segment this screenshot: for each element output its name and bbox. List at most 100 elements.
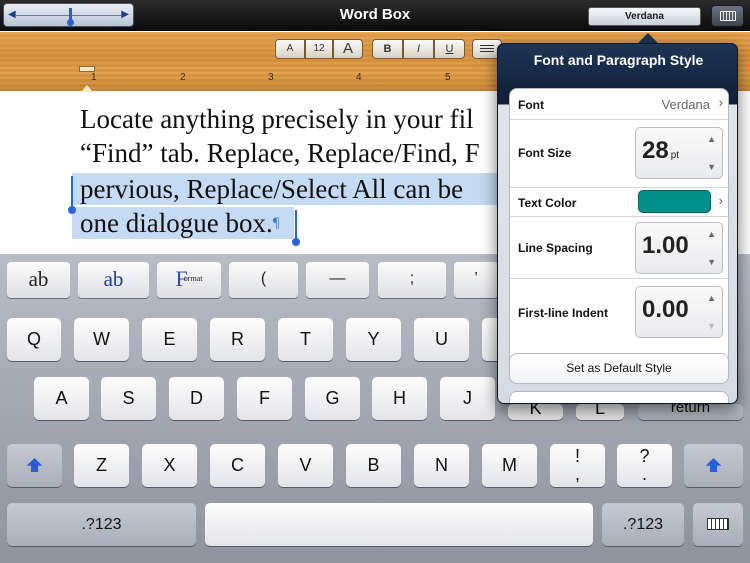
pilcrow-mark: ¶ bbox=[272, 215, 280, 231]
font-style-button[interactable]: Verdana bbox=[588, 7, 701, 26]
font-size-label: Font Size bbox=[518, 146, 572, 160]
doc-line[interactable]: Locate anything precisely in your fil bbox=[80, 103, 474, 135]
ruler-number: 5 bbox=[445, 72, 451, 83]
first-line-indent-stepper[interactable]: 0.00 ▲ ▼ bbox=[635, 286, 723, 338]
font-paragraph-popover: Font and Paragraph Style Font Verdana › … bbox=[497, 43, 738, 404]
ruler-number: 4 bbox=[356, 72, 362, 83]
font-size-value[interactable]: 12 bbox=[305, 39, 333, 59]
key-e[interactable]: E bbox=[142, 318, 197, 361]
selection-start-handle[interactable] bbox=[68, 176, 76, 214]
text-color-label: Text Color bbox=[518, 196, 577, 210]
dash-key[interactable]: — bbox=[306, 262, 369, 298]
line-spacing-label: Line Spacing bbox=[518, 241, 593, 255]
shift-icon bbox=[26, 458, 43, 472]
key-y[interactable]: Y bbox=[346, 318, 401, 361]
font-size-row: Font Size 28 pt ▲ ▼ bbox=[510, 120, 730, 188]
doc-line: one dialogue box. bbox=[80, 208, 273, 238]
line-spacing-stepper[interactable]: 1.00 ▲ ▼ bbox=[635, 222, 723, 274]
key-j[interactable]: J bbox=[440, 377, 495, 420]
stepper-up-icon[interactable]: ▲ bbox=[707, 134, 716, 144]
style-settings-group: Font Verdana › Font Size 28 pt ▲ ▼ Text C… bbox=[509, 88, 730, 384]
text-color-row[interactable]: Text Color › bbox=[510, 188, 730, 217]
set-default-style-button[interactable]: Set as Default Style bbox=[509, 353, 729, 384]
key-exclaim-comma[interactable]: ! , bbox=[550, 444, 605, 487]
font-label: Font bbox=[518, 98, 544, 112]
chevron-right-icon: › bbox=[718, 95, 723, 110]
numbers-key-left[interactable]: .?123 bbox=[7, 503, 196, 546]
bold-button[interactable]: B bbox=[372, 39, 403, 59]
key-n[interactable]: N bbox=[414, 444, 469, 487]
keyboard-icon bbox=[720, 11, 736, 21]
line-spacing-row: Line Spacing 1.00 ▲ ▼ bbox=[510, 217, 730, 279]
return-key[interactable]: return bbox=[638, 404, 743, 420]
top-bar: ◀ ▶ Word Box Verdana bbox=[0, 0, 750, 31]
selected-line[interactable]: one dialogue box.¶ bbox=[72, 207, 294, 239]
key-q[interactable]: Q bbox=[7, 318, 61, 361]
ruler-number: 3 bbox=[268, 72, 274, 83]
dismiss-keyboard-key[interactable] bbox=[693, 503, 743, 546]
stepper-up-icon[interactable]: ▲ bbox=[707, 229, 716, 239]
key-s[interactable]: S bbox=[101, 377, 156, 420]
font-size-value: 28 pt bbox=[642, 137, 680, 164]
space-bar[interactable] bbox=[205, 503, 593, 546]
ruler-number: 1 bbox=[91, 72, 97, 83]
key-b[interactable]: B bbox=[346, 444, 401, 487]
key-v[interactable]: V bbox=[278, 444, 333, 487]
key-x[interactable]: X bbox=[142, 444, 197, 487]
numbers-key-right[interactable]: .?123 bbox=[602, 503, 684, 546]
line-spacing-value: 1.00 bbox=[642, 232, 689, 259]
format-key[interactable]: Format bbox=[157, 262, 221, 298]
key-u[interactable]: U bbox=[414, 318, 469, 361]
font-row[interactable]: Font Verdana › bbox=[510, 89, 730, 120]
stepper-up-icon[interactable]: ▲ bbox=[707, 293, 716, 303]
stepper-down-icon[interactable]: ▼ bbox=[707, 257, 716, 267]
key-question-period[interactable]: ? . bbox=[617, 444, 672, 487]
align-justify-icon bbox=[480, 45, 494, 54]
first-line-indent-label: First-line Indent bbox=[518, 306, 608, 320]
stepper-down-icon[interactable]: ▼ bbox=[707, 162, 716, 172]
select-all-key[interactable]: ab bbox=[78, 262, 149, 298]
select-word-key[interactable]: ab bbox=[7, 262, 70, 298]
italic-button[interactable]: I bbox=[403, 39, 434, 59]
key-m[interactable]: M bbox=[482, 444, 537, 487]
font-size-group: A 12 A bbox=[275, 39, 363, 59]
key-r[interactable]: R bbox=[210, 318, 265, 361]
key-h[interactable]: H bbox=[372, 377, 427, 420]
font-value: Verdana bbox=[661, 97, 710, 112]
doc-line[interactable]: “Find” tab. Replace, Replace/Find, F bbox=[80, 137, 480, 169]
shift-icon bbox=[705, 458, 722, 472]
text-color-swatch[interactable] bbox=[638, 190, 711, 213]
key-a[interactable]: A bbox=[34, 377, 89, 420]
text-style-group: B I U bbox=[372, 39, 465, 59]
hide-keyboard-button[interactable] bbox=[711, 5, 744, 27]
decrease-font-button[interactable]: A bbox=[275, 39, 305, 59]
first-line-indent-row: First-line Indent 0.00 ▲ ▼ bbox=[510, 279, 730, 345]
key-c[interactable]: C bbox=[210, 444, 265, 487]
increase-font-button[interactable]: A bbox=[333, 39, 363, 59]
popover-title: Font and Paragraph Style bbox=[533, 52, 704, 68]
key-d[interactable]: D bbox=[169, 377, 224, 420]
format-key-caption: ormat bbox=[183, 274, 203, 283]
chevron-right-icon: › bbox=[718, 193, 723, 208]
semicolon-key[interactable]: ; bbox=[378, 262, 446, 298]
doc-line: pervious, Replace/Select All can be bbox=[80, 174, 464, 204]
underline-button[interactable]: U bbox=[434, 39, 465, 59]
key-f[interactable]: F bbox=[237, 377, 292, 420]
left-shift-key[interactable] bbox=[7, 444, 62, 487]
stepper-down-icon: ▼ bbox=[707, 321, 716, 331]
first-line-indent-value: 0.00 bbox=[642, 296, 689, 323]
key-w[interactable]: W bbox=[74, 318, 129, 361]
next-group-edge bbox=[509, 391, 729, 403]
font-size-stepper[interactable]: 28 pt ▲ ▼ bbox=[635, 127, 723, 179]
apostrophe-key[interactable]: ’ bbox=[454, 262, 498, 298]
keyboard-icon bbox=[707, 518, 729, 530]
selection-end-handle[interactable] bbox=[292, 210, 300, 246]
key-z[interactable]: Z bbox=[74, 444, 129, 487]
paren-key[interactable]: ( bbox=[229, 262, 298, 298]
key-k[interactable]: K bbox=[508, 404, 563, 420]
key-t[interactable]: T bbox=[278, 318, 333, 361]
right-shift-key[interactable] bbox=[684, 444, 743, 487]
selected-line[interactable]: pervious, Replace/Select All can be bbox=[72, 173, 497, 205]
key-l[interactable]: L bbox=[576, 404, 624, 420]
key-g[interactable]: G bbox=[305, 377, 360, 420]
